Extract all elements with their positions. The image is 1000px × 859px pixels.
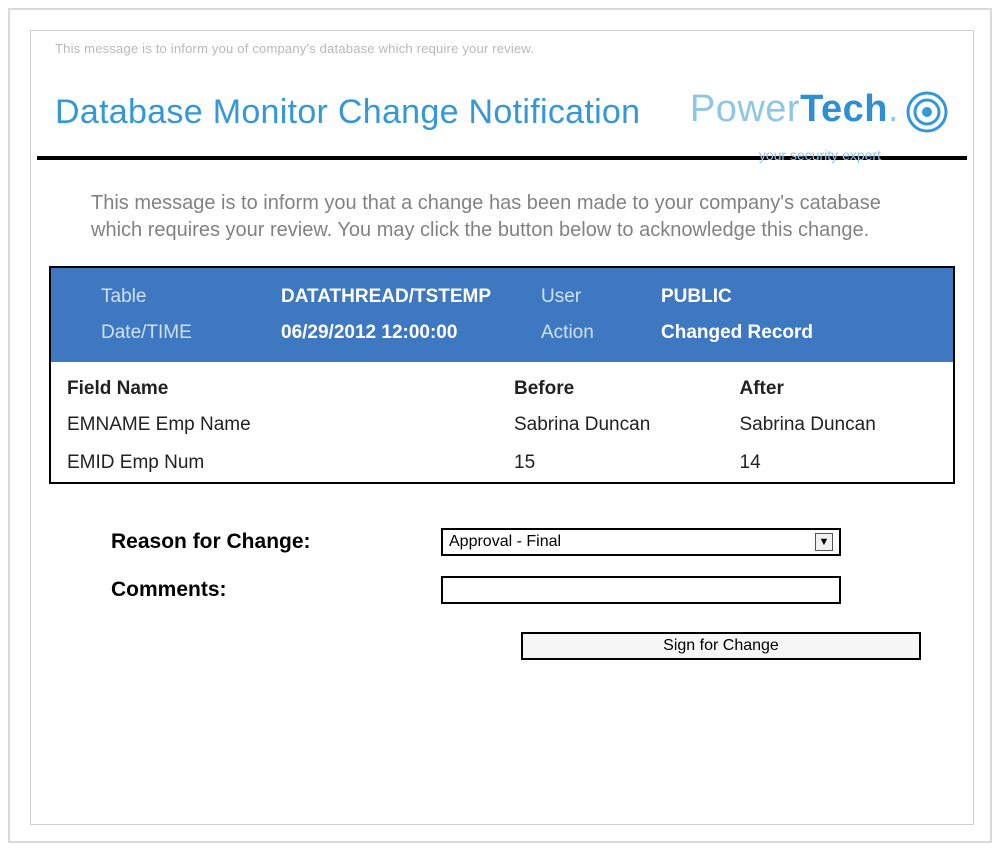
cell-after: 14 bbox=[728, 444, 954, 482]
col-after: After bbox=[728, 362, 954, 406]
notification-card: This message is to inform you of company… bbox=[30, 30, 974, 825]
summary-user-value: PUBLIC bbox=[661, 286, 921, 308]
reason-select-value: Approval - Final bbox=[449, 533, 561, 551]
preheader-text: This message is to inform you of company… bbox=[31, 31, 973, 56]
logo-dot: . bbox=[888, 88, 899, 130]
brand-logo: PowerTech. bbox=[690, 90, 949, 134]
comments-input[interactable] bbox=[441, 576, 841, 604]
table-header-row: Field Name Before After bbox=[51, 362, 953, 406]
logo-text: PowerTech. bbox=[690, 90, 899, 128]
cell-field: EMNAME Emp Name bbox=[51, 406, 502, 444]
change-summary-box: Table DATATHREAD/TSTEMP User PUBLIC Date… bbox=[49, 266, 955, 484]
cell-field: EMID Emp Num bbox=[51, 444, 502, 482]
table-row: EMNAME Emp Name Sabrina Duncan Sabrina D… bbox=[51, 406, 953, 444]
header: Database Monitor Change Notification Pow… bbox=[31, 56, 973, 156]
acknowledge-form: Reason for Change: Approval - Final ▼ Co… bbox=[31, 484, 973, 660]
intro-text: This message is to inform you that a cha… bbox=[31, 160, 973, 266]
logo-tagline: your security expert bbox=[759, 147, 881, 163]
reason-select[interactable]: Approval - Final ▼ bbox=[441, 528, 841, 556]
summary-action-label: Action bbox=[541, 322, 661, 344]
comments-label: Comments: bbox=[111, 578, 441, 602]
chevron-down-icon: ▼ bbox=[815, 533, 833, 551]
cell-before: Sabrina Duncan bbox=[502, 406, 728, 444]
outer-frame: This message is to inform you of company… bbox=[8, 8, 992, 843]
cell-before: 15 bbox=[502, 444, 728, 482]
summary-action-value: Changed Record bbox=[661, 322, 921, 344]
change-table: Field Name Before After EMNAME Emp Name … bbox=[51, 362, 953, 482]
summary-datetime-label: Date/TIME bbox=[101, 322, 281, 344]
summary-table-value: DATATHREAD/TSTEMP bbox=[281, 286, 541, 308]
summary-user-label: User bbox=[541, 286, 661, 308]
summary-table-label: Table bbox=[101, 286, 281, 308]
summary-datetime-value: 06/29/2012 12:00:00 bbox=[281, 322, 541, 344]
summary-panel: Table DATATHREAD/TSTEMP User PUBLIC Date… bbox=[51, 268, 953, 362]
col-field: Field Name bbox=[51, 362, 502, 406]
table-row: EMID Emp Num 15 14 bbox=[51, 444, 953, 482]
logo-word-1: Power bbox=[690, 88, 800, 130]
col-before: Before bbox=[502, 362, 728, 406]
swirl-icon bbox=[905, 90, 949, 134]
logo-word-2: Tech bbox=[800, 88, 888, 130]
cell-after: Sabrina Duncan bbox=[728, 406, 954, 444]
sign-for-change-button[interactable]: Sign for Change bbox=[521, 632, 921, 660]
page-title: Database Monitor Change Notification bbox=[55, 93, 640, 132]
reason-label: Reason for Change: bbox=[111, 530, 441, 554]
